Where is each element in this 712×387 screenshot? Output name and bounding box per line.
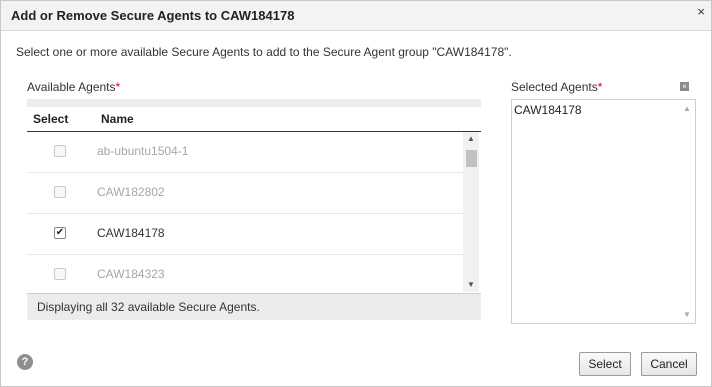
select-button[interactable]: Select [579,352,631,376]
scroll-up-arrow-icon[interactable]: ▲ [683,104,691,113]
table-row[interactable]: ab-ubuntu1504-1 [27,132,463,173]
row-checkbox[interactable] [54,268,66,280]
table-row[interactable]: CAW184323 [27,255,463,292]
checkmark-icon: ✔ [55,227,65,238]
scroll-down-arrow-icon[interactable]: ▼ [467,280,475,289]
table-body: ab-ubuntu1504-1 CAW182802 ✔ CAW184178 CA… [27,132,463,292]
instructions-text: Select one or more available Secure Agen… [16,45,512,59]
available-agents-label: Available Agents* [27,80,120,94]
available-agents-label-text: Available Agents [27,80,116,94]
secure-agent-dialog: Add or Remove Secure Agents to CAW184178… [0,0,712,387]
scroll-thumb[interactable] [466,150,477,167]
agent-name: CAW184323 [97,267,165,281]
agent-name: CAW182802 [97,185,165,199]
selected-agents-label: Selected Agents* [511,80,602,94]
selected-agent-item[interactable]: CAW184178 [514,103,582,117]
column-header-name[interactable]: Name [101,112,134,126]
required-mark: * [115,80,121,94]
clear-icon[interactable]: × [680,82,689,91]
status-text: Displaying all 32 available Secure Agent… [37,300,260,314]
close-icon[interactable]: × [697,4,705,19]
help-icon[interactable]: ? [17,354,33,370]
scroll-up-arrow-icon[interactable]: ▲ [467,134,475,143]
column-header-select: Select [33,112,69,126]
cancel-button[interactable]: Cancel [641,352,697,376]
table-row[interactable]: ✔ CAW184178 [27,214,463,255]
dialog-title: Add or Remove Secure Agents to CAW184178 [11,8,295,23]
row-checkbox[interactable] [54,145,66,157]
row-checkbox[interactable] [54,186,66,198]
table-row[interactable]: CAW182802 [27,173,463,214]
table-toolbar [27,99,481,107]
required-mark: * [597,80,603,94]
selected-list-scrollbar[interactable]: ▲ ▼ [679,100,695,323]
selected-agents-list[interactable]: CAW184178 ▲ ▼ [511,99,696,324]
selected-agents-label-text: Selected Agents [511,80,598,94]
table-scrollbar[interactable]: ▲ ▼ [463,132,479,292]
agent-name: ab-ubuntu1504-1 [97,144,189,158]
table-header: Select Name [27,107,481,132]
row-checkbox-checked[interactable]: ✔ [54,227,66,239]
agent-name: CAW184178 [97,226,165,240]
dialog-titlebar: Add or Remove Secure Agents to CAW184178… [1,1,711,31]
table-status-bar: Displaying all 32 available Secure Agent… [27,293,481,320]
scroll-down-arrow-icon[interactable]: ▼ [683,310,691,319]
available-agents-table: Select Name ab-ubuntu1504-1 CAW182802 ✔ … [27,99,481,321]
